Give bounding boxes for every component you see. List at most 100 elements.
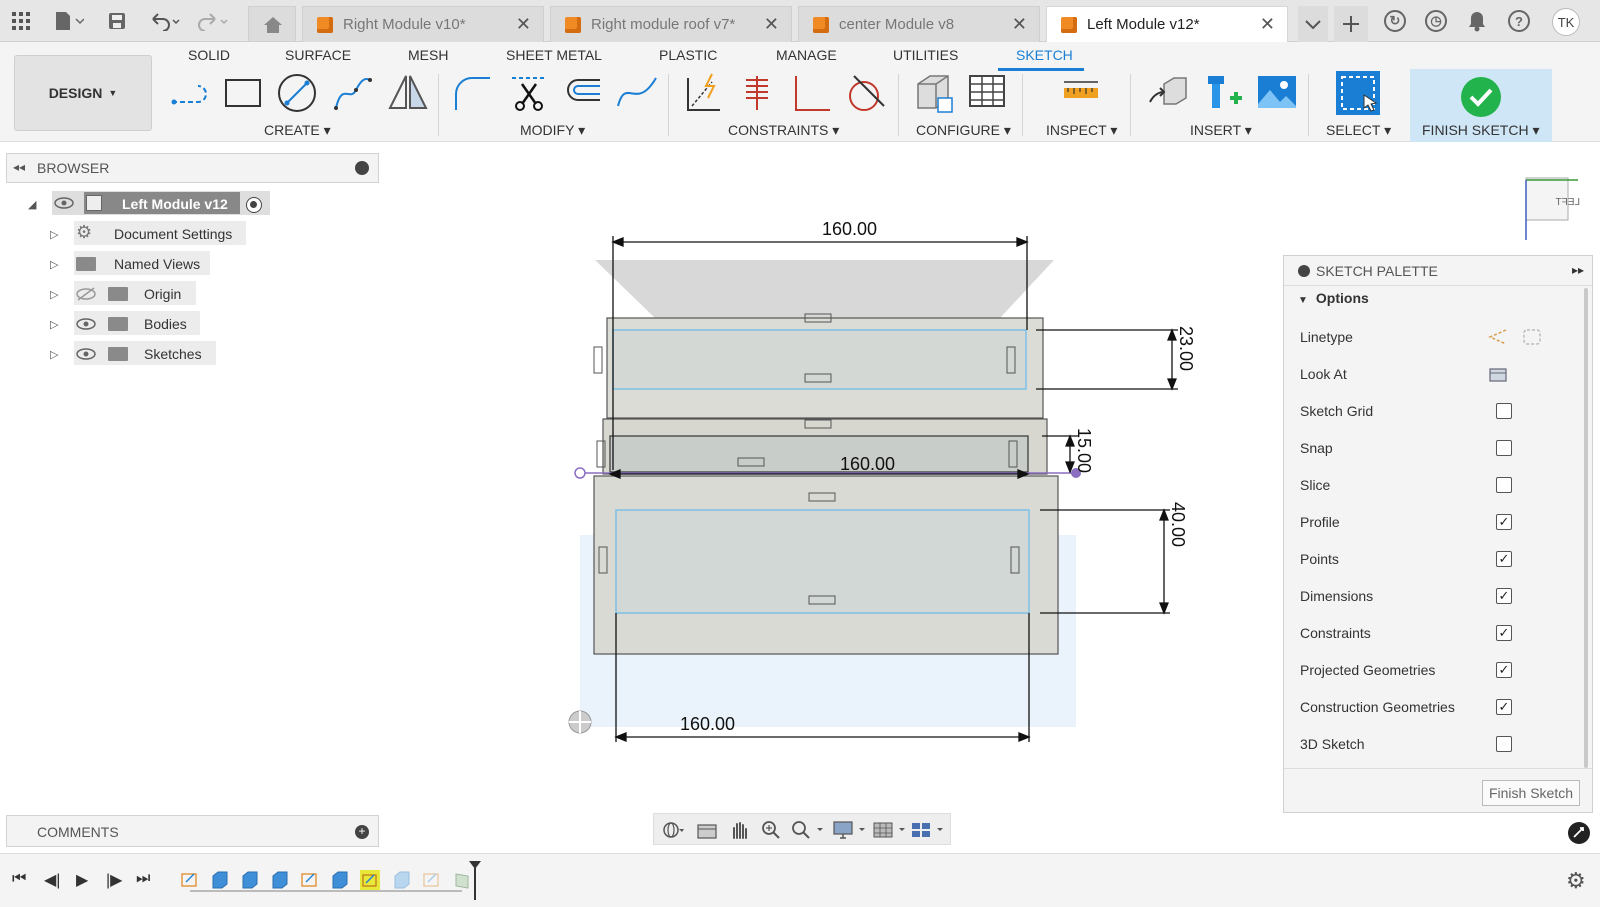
tab-overflow-button[interactable] (1298, 6, 1328, 42)
finish-sketch-button[interactable]: FINISH SKETCH ▾ (1410, 69, 1552, 142)
collapse-triangle-icon[interactable]: ◢ (28, 198, 36, 211)
dimension-bottom-width[interactable]: 160.00 (680, 714, 735, 734)
tab-sheet-metal[interactable]: SHEET METAL (506, 47, 602, 63)
dimension-height-23[interactable]: 23.00 (1176, 326, 1196, 371)
dimensions-checkbox[interactable]: ✓ (1496, 588, 1512, 604)
insert-menu[interactable]: INSERT ▾ (1190, 122, 1252, 139)
look-at-icon[interactable] (696, 820, 718, 840)
sketch-grid-checkbox[interactable] (1496, 403, 1512, 419)
sketch-dimension-icon[interactable] (682, 72, 724, 114)
tab-surface[interactable]: SURFACE (285, 47, 351, 63)
viewcube[interactable]: LEFT (1525, 177, 1580, 240)
tab-mesh[interactable]: MESH (408, 47, 448, 63)
suppressed-sketch-icon[interactable] (422, 870, 442, 890)
projected-geometries-checkbox[interactable]: ✓ (1496, 662, 1512, 678)
help-icon[interactable]: ? (1508, 10, 1530, 32)
select-menu[interactable]: SELECT ▾ (1326, 122, 1391, 139)
zoom-icon[interactable] (760, 820, 782, 840)
timeline-settings-gear-icon[interactable]: ⚙ (1566, 868, 1586, 894)
zoom-window-icon[interactable] (790, 820, 826, 840)
slice-checkbox[interactable] (1496, 477, 1512, 493)
hidden-eye-icon[interactable] (76, 287, 96, 301)
3d-sketch-checkbox[interactable] (1496, 736, 1512, 752)
snap-checkbox[interactable] (1496, 440, 1512, 456)
expand-panel-icon[interactable]: ▸▸ (1572, 263, 1584, 277)
look-at-icon[interactable] (1488, 365, 1508, 383)
browser-panel-header[interactable]: ◂◂ BROWSER (6, 153, 379, 183)
insert-mcmaster-icon[interactable] (1202, 72, 1244, 114)
save-icon[interactable] (106, 8, 128, 34)
circle-tool-icon[interactable] (276, 72, 318, 114)
tab-plastic[interactable]: PLASTIC (659, 47, 717, 63)
hide-palette-icon[interactable] (1568, 822, 1590, 844)
undo-icon[interactable] (148, 8, 184, 34)
dimension-height-15[interactable]: 15.00 (1074, 428, 1094, 473)
palette-header[interactable]: SKETCH PALETTE ▸▸ (1284, 256, 1592, 286)
collapse-panel-icon[interactable]: ◂◂ (13, 160, 25, 174)
spline-tool-icon[interactable] (332, 72, 374, 114)
tab-manage[interactable]: MANAGE (776, 47, 837, 63)
constraints-checkbox[interactable]: ✓ (1496, 625, 1512, 641)
file-menu-icon[interactable] (52, 8, 86, 34)
perpendicular-constraint-icon[interactable] (790, 72, 832, 114)
points-checkbox[interactable]: ✓ (1496, 551, 1512, 567)
timeline-marker[interactable] (468, 860, 482, 900)
step-back-icon[interactable]: ◀| (44, 870, 60, 890)
add-comment-icon[interactable]: + (355, 825, 369, 839)
close-icon[interactable]: ✕ (1260, 14, 1275, 35)
centerline-linetype-icon[interactable] (1522, 328, 1542, 346)
configure-icon[interactable] (912, 72, 954, 114)
profile-checkbox[interactable]: ✓ (1496, 514, 1512, 530)
doc-tab-4[interactable]: Left Module v12* ✕ (1046, 6, 1288, 42)
active-sketch-feature-icon[interactable] (360, 870, 380, 890)
sketch-curve-icon[interactable] (616, 72, 658, 114)
doc-tab-3[interactable]: center Module v8 ✕ (798, 6, 1040, 42)
finish-sketch-palette-button[interactable]: Finish Sketch (1482, 780, 1580, 806)
fillet-tool-icon[interactable] (452, 72, 494, 114)
insert-derive-icon[interactable] (1148, 72, 1190, 114)
apps-grid-icon[interactable] (10, 8, 32, 34)
dimension-height-40[interactable]: 40.00 (1168, 502, 1188, 547)
expand-triangle-icon[interactable]: ▷ (50, 228, 58, 241)
expand-triangle-icon[interactable]: ▷ (50, 348, 58, 361)
extrude-feature-icon[interactable] (270, 870, 290, 890)
job-status-icon[interactable]: ◷ (1425, 10, 1447, 32)
extensions-icon[interactable]: ↻ (1384, 10, 1406, 32)
suppressed-extrude-icon[interactable] (392, 870, 412, 890)
pan-hand-icon[interactable] (728, 820, 750, 840)
tab-utilities[interactable]: UTILITIES (893, 47, 958, 63)
root-component-label[interactable]: Left Module v12 (122, 196, 228, 212)
notifications-icon[interactable] (1467, 10, 1487, 37)
avatar[interactable]: TK (1552, 8, 1580, 36)
expand-triangle-icon[interactable]: ▷ (50, 288, 58, 301)
close-icon[interactable]: ✕ (764, 14, 779, 35)
activate-radio-icon[interactable] (246, 197, 262, 213)
measure-icon[interactable] (1060, 72, 1102, 114)
close-icon[interactable]: ✕ (516, 14, 531, 35)
inspect-menu[interactable]: INSPECT ▾ (1046, 122, 1117, 139)
go-to-end-icon[interactable]: ⏭ (136, 870, 150, 888)
new-tab-button[interactable] (1334, 6, 1368, 42)
home-tab[interactable] (248, 6, 296, 42)
table-icon[interactable] (966, 72, 1008, 114)
insert-canvas-icon[interactable] (1256, 72, 1298, 114)
tab-sketch[interactable]: SKETCH (1016, 47, 1073, 63)
extrude-feature-icon[interactable] (330, 870, 350, 890)
modify-menu[interactable]: MODIFY ▾ (520, 122, 585, 139)
minimize-icon[interactable] (1298, 265, 1310, 277)
palette-scrollbar[interactable] (1584, 288, 1588, 768)
create-menu[interactable]: CREATE ▾ (264, 122, 331, 139)
constraints-menu[interactable]: CONSTRAINTS ▾ (728, 122, 839, 139)
line-tool-icon[interactable] (170, 72, 212, 114)
options-section-toggle[interactable]: ▼ Options (1298, 290, 1369, 306)
display-settings-icon[interactable] (832, 820, 868, 840)
dimension-mid-width[interactable]: 160.00 (840, 454, 895, 474)
sketch-feature-icon[interactable] (180, 870, 200, 890)
doc-tab-2[interactable]: Right module roof v7* ✕ (550, 6, 792, 42)
orbit-icon[interactable] (662, 820, 684, 840)
doc-tab-1[interactable]: Right Module v10* ✕ (302, 6, 544, 42)
viewports-icon[interactable] (910, 820, 946, 840)
visibility-eye-icon[interactable] (54, 196, 74, 210)
comments-panel-header[interactable]: COMMENTS + (6, 815, 379, 847)
rectangle-tool-icon[interactable] (222, 72, 264, 114)
